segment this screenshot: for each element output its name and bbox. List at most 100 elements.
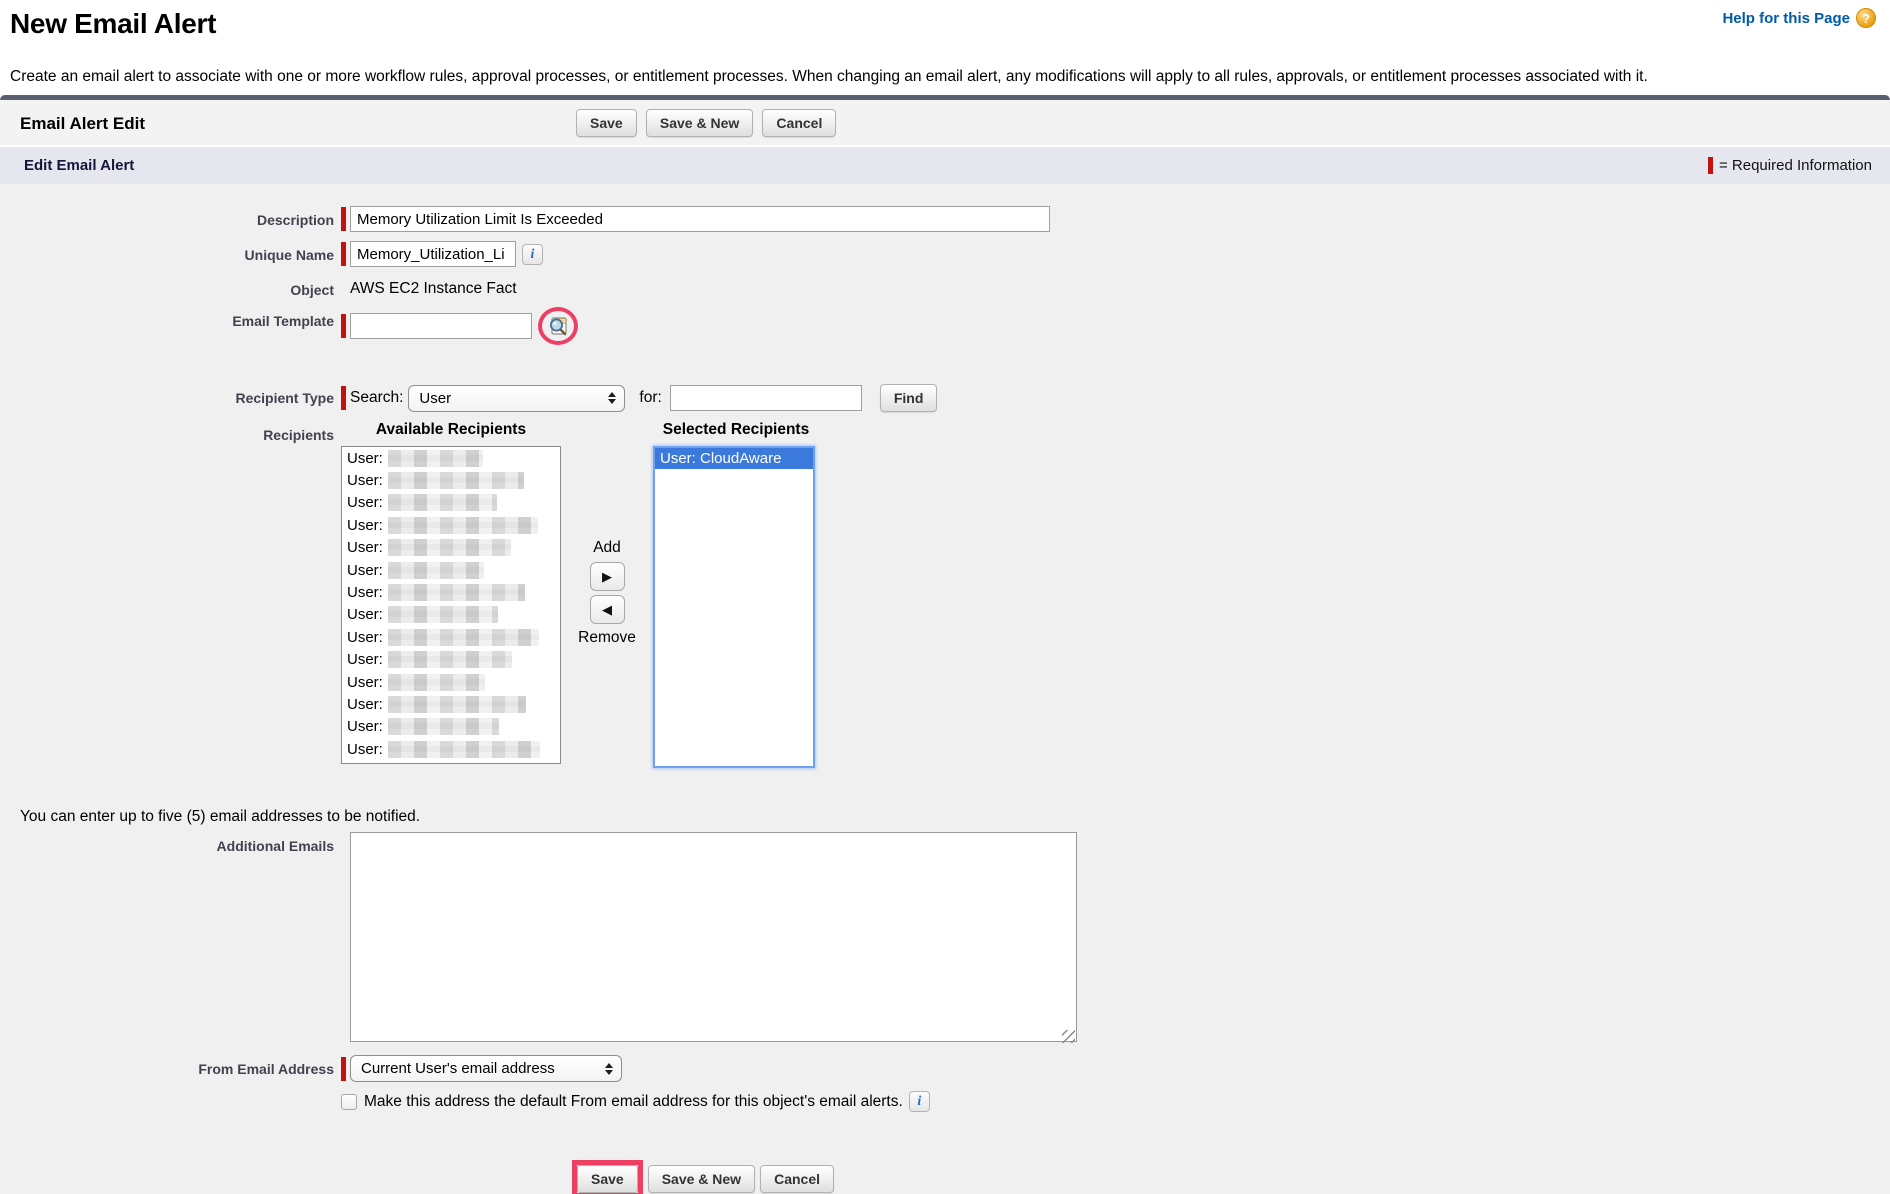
required-bar-icon	[341, 386, 346, 410]
redacted-name-blob	[388, 584, 525, 601]
unique-name-input[interactable]	[350, 241, 516, 267]
list-item-label: User:	[347, 539, 383, 556]
list-item-label: User:	[347, 606, 383, 623]
required-bar-icon	[1708, 157, 1713, 174]
add-remove-controls: Add ▶ ◀ Remove	[561, 421, 653, 768]
page-header: New Email Alert Help for this Page ?	[0, 0, 1890, 40]
redacted-name-blob	[388, 494, 497, 511]
additional-emails-label: Additional Emails	[0, 832, 334, 1046]
selected-recipient-item[interactable]: User: CloudAware	[655, 448, 813, 469]
list-item-label: User:	[347, 629, 383, 646]
redacted-name-blob	[388, 450, 483, 467]
email-template-input[interactable]	[350, 313, 532, 339]
list-item-label: User:	[347, 718, 383, 735]
subsection-title: Edit Email Alert	[0, 157, 134, 174]
find-button[interactable]: Find	[880, 384, 938, 412]
help-link[interactable]: Help for this Page	[1722, 10, 1850, 27]
available-recipients-listbox[interactable]: User:User:User:User:User:User:User:User:…	[341, 446, 561, 764]
save-button-bottom[interactable]: Save	[577, 1165, 638, 1193]
list-item[interactable]: User:	[342, 626, 560, 648]
add-label: Add	[593, 539, 621, 557]
intro-text: Create an email alert to associate with …	[10, 66, 1870, 87]
for-label: for:	[639, 389, 661, 407]
annotation-highlight: Save	[572, 1160, 643, 1194]
help-question-icon[interactable]: ?	[1856, 8, 1876, 28]
list-item[interactable]: User:	[342, 559, 560, 581]
unique-name-label: Unique Name	[0, 241, 334, 267]
spacer	[0, 354, 1890, 384]
page-title: New Email Alert	[10, 8, 1878, 40]
edit-email-alert-header: Edit Email Alert = Required Information	[0, 147, 1890, 184]
list-item[interactable]: User:	[342, 514, 560, 536]
recipient-type-selected-value: User	[419, 390, 451, 407]
list-item[interactable]: User:	[342, 469, 560, 491]
list-item-label: User:	[347, 472, 383, 489]
list-item-label: User:	[347, 584, 383, 601]
list-item-label: User:	[347, 517, 383, 534]
default-from-row: Make this address the default From email…	[341, 1091, 1890, 1112]
right-arrow-icon: ▶	[602, 569, 612, 585]
available-recipients-header: Available Recipients	[341, 421, 561, 439]
section-title: Email Alert Edit	[20, 100, 145, 147]
cancel-button-top[interactable]: Cancel	[762, 109, 836, 137]
search-for-input[interactable]	[670, 385, 862, 411]
selected-recipients-header: Selected Recipients	[653, 421, 819, 439]
select-arrows-icon	[605, 1063, 613, 1075]
remove-arrow-button[interactable]: ◀	[590, 595, 625, 624]
annotation-ellipse	[538, 307, 578, 345]
info-icon[interactable]: i	[522, 244, 543, 265]
save-and-new-button-top[interactable]: Save & New	[646, 109, 753, 137]
required-bar-icon	[341, 242, 346, 266]
list-item-label: User:	[347, 741, 383, 758]
list-item[interactable]: User:	[342, 671, 560, 693]
form-body: Description Unique Name i Object AWS EC2…	[0, 184, 1890, 1194]
description-row: Description	[0, 206, 1890, 232]
email-alert-edit-panel: Email Alert Edit Save Save & New Cancel …	[0, 95, 1890, 1194]
description-input[interactable]	[350, 206, 1050, 232]
description-label: Description	[0, 206, 334, 232]
redacted-name-blob	[388, 741, 540, 758]
recipient-type-row: Recipient Type Search: User for: Find	[0, 384, 1890, 412]
action-bar: Email Alert Edit Save Save & New Cancel	[0, 100, 1890, 147]
from-email-label: From Email Address	[0, 1055, 334, 1082]
required-legend: = Required Information	[1708, 147, 1872, 184]
additional-emails-row: Additional Emails	[0, 832, 1890, 1046]
select-arrows-icon	[608, 392, 616, 404]
selected-recipients-listbox[interactable]: User: CloudAware	[653, 446, 815, 768]
recipient-type-select[interactable]: User	[408, 385, 625, 412]
list-item-label: User:	[347, 494, 383, 511]
redacted-name-blob	[388, 629, 539, 646]
info-icon[interactable]: i	[909, 1091, 930, 1112]
list-item[interactable]: User:	[342, 693, 560, 715]
lookup-magnifier-icon[interactable]	[546, 314, 570, 338]
list-item[interactable]: User:	[342, 447, 560, 469]
list-item[interactable]: User:	[342, 492, 560, 514]
add-arrow-button[interactable]: ▶	[590, 562, 625, 591]
list-item[interactable]: User:	[342, 537, 560, 559]
object-label: Object	[0, 276, 334, 298]
additional-emails-textarea[interactable]	[350, 832, 1077, 1042]
save-and-new-button-bottom[interactable]: Save & New	[648, 1165, 755, 1193]
list-item[interactable]: User:	[342, 581, 560, 603]
from-email-select[interactable]: Current User's email address	[350, 1055, 622, 1082]
redacted-name-blob	[388, 472, 524, 489]
cancel-button-bottom[interactable]: Cancel	[760, 1165, 834, 1193]
object-row: Object AWS EC2 Instance Fact	[0, 276, 1890, 298]
required-bar-icon	[341, 1057, 346, 1081]
list-item[interactable]: User:	[342, 716, 560, 738]
save-button-top[interactable]: Save	[576, 109, 637, 137]
object-value: AWS EC2 Instance Fact	[350, 276, 517, 298]
list-item[interactable]: User:	[342, 738, 560, 760]
recipients-row: Recipients Available Recipients User:Use…	[0, 421, 1890, 768]
unique-name-row: Unique Name i	[0, 241, 1890, 267]
help-for-this-page[interactable]: Help for this Page ?	[1722, 8, 1876, 28]
redacted-name-blob	[388, 562, 484, 579]
default-from-checkbox[interactable]	[341, 1094, 357, 1110]
additional-emails-note: You can enter up to five (5) email addre…	[20, 808, 1890, 826]
redacted-name-blob	[388, 718, 499, 735]
bottom-action-buttons: Save Save & New Cancel	[572, 1160, 839, 1194]
list-item[interactable]: User:	[342, 649, 560, 671]
list-item-label: User:	[347, 651, 383, 668]
list-item[interactable]: User:	[342, 604, 560, 626]
redacted-name-blob	[388, 539, 511, 556]
